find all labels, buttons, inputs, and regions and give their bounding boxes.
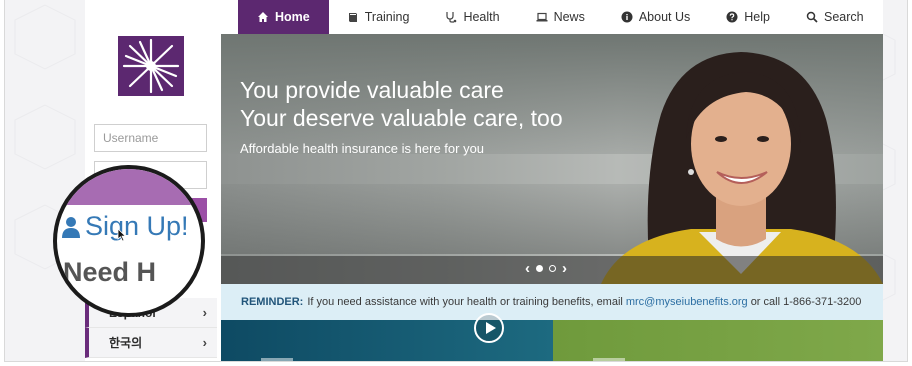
chevron-left-icon[interactable]: ‹ — [525, 261, 530, 276]
play-video-icon[interactable] — [474, 313, 504, 343]
language-label: 한국의 — [109, 336, 143, 350]
website: Español › 한국의 › Home Training Health — [85, 0, 883, 361]
language-item-korean[interactable]: 한국의 › — [85, 328, 217, 358]
signup-label: Sign Up! — [85, 211, 189, 241]
hero-title-line: You provide valuable care — [240, 77, 504, 103]
tile-heading-bar — [593, 358, 625, 361]
nav-label: About Us — [638, 10, 691, 24]
hero-title: You provide valuable care Your deserve v… — [240, 76, 563, 132]
hero-title-line: Your deserve valuable care, too — [240, 105, 563, 131]
need-help-link[interactable]: Need H — [63, 257, 156, 288]
hero-banner[interactable]: You provide valuable care Your deserve v… — [221, 34, 883, 284]
search-icon — [806, 11, 818, 23]
reminder-banner: REMINDER: If you need assistance with yo… — [221, 284, 883, 320]
nav-label: Training — [364, 10, 410, 24]
stethoscope-icon — [446, 12, 457, 23]
nav-item-search[interactable]: Search — [788, 0, 882, 34]
hero-subtitle: Affordable health insurance is here for … — [240, 141, 485, 156]
seiu-logo[interactable] — [118, 36, 184, 96]
feature-tile[interactable] — [553, 320, 883, 361]
magnified-login-button — [57, 169, 201, 205]
reminder-label: REMINDER: — [241, 296, 304, 308]
browser-frame: Español › 한국의 › Home Training Health — [4, 0, 908, 362]
nav-label: Help — [744, 10, 770, 24]
tile-heading-bar — [261, 358, 293, 361]
main-nav: Home Training Health News About Us Help — [238, 0, 883, 34]
nav-label: News — [553, 10, 585, 24]
hero-photo-woman — [601, 52, 883, 284]
chevron-right-icon: › — [202, 335, 207, 350]
mouse-cursor-icon — [117, 228, 127, 242]
nav-item-health[interactable]: Health — [427, 0, 517, 34]
info-icon — [621, 11, 633, 23]
home-icon — [258, 12, 268, 22]
nav-item-home[interactable]: Home — [238, 0, 329, 34]
user-icon — [62, 216, 80, 238]
book-icon — [348, 13, 357, 22]
nav-label: Health — [463, 10, 500, 24]
carousel-dot[interactable] — [549, 265, 556, 272]
username-input[interactable] — [94, 124, 207, 152]
chevron-right-icon: › — [202, 305, 207, 320]
nav-item-about-us[interactable]: About Us — [603, 0, 708, 34]
chevron-right-icon[interactable]: › — [562, 261, 567, 276]
laptop-icon — [536, 12, 548, 22]
email-link[interactable]: mrc@myseiubenefits.org — [626, 296, 748, 308]
carousel-controls: ‹ › — [525, 261, 567, 276]
nav-item-news[interactable]: News — [518, 0, 603, 34]
reminder-text: If you need assistance with your health … — [307, 296, 623, 308]
nav-item-help[interactable]: Help — [708, 0, 788, 34]
nav-label: Home — [275, 10, 310, 24]
nav-item-training[interactable]: Training — [329, 0, 428, 34]
question-icon — [726, 11, 738, 23]
carousel-dot-active[interactable] — [536, 265, 543, 272]
reminder-text: or call 1-866-371-3200 — [750, 296, 862, 308]
magnifier-lens: Sign Up! Need H — [53, 165, 205, 317]
nav-label: Search — [823, 10, 864, 24]
